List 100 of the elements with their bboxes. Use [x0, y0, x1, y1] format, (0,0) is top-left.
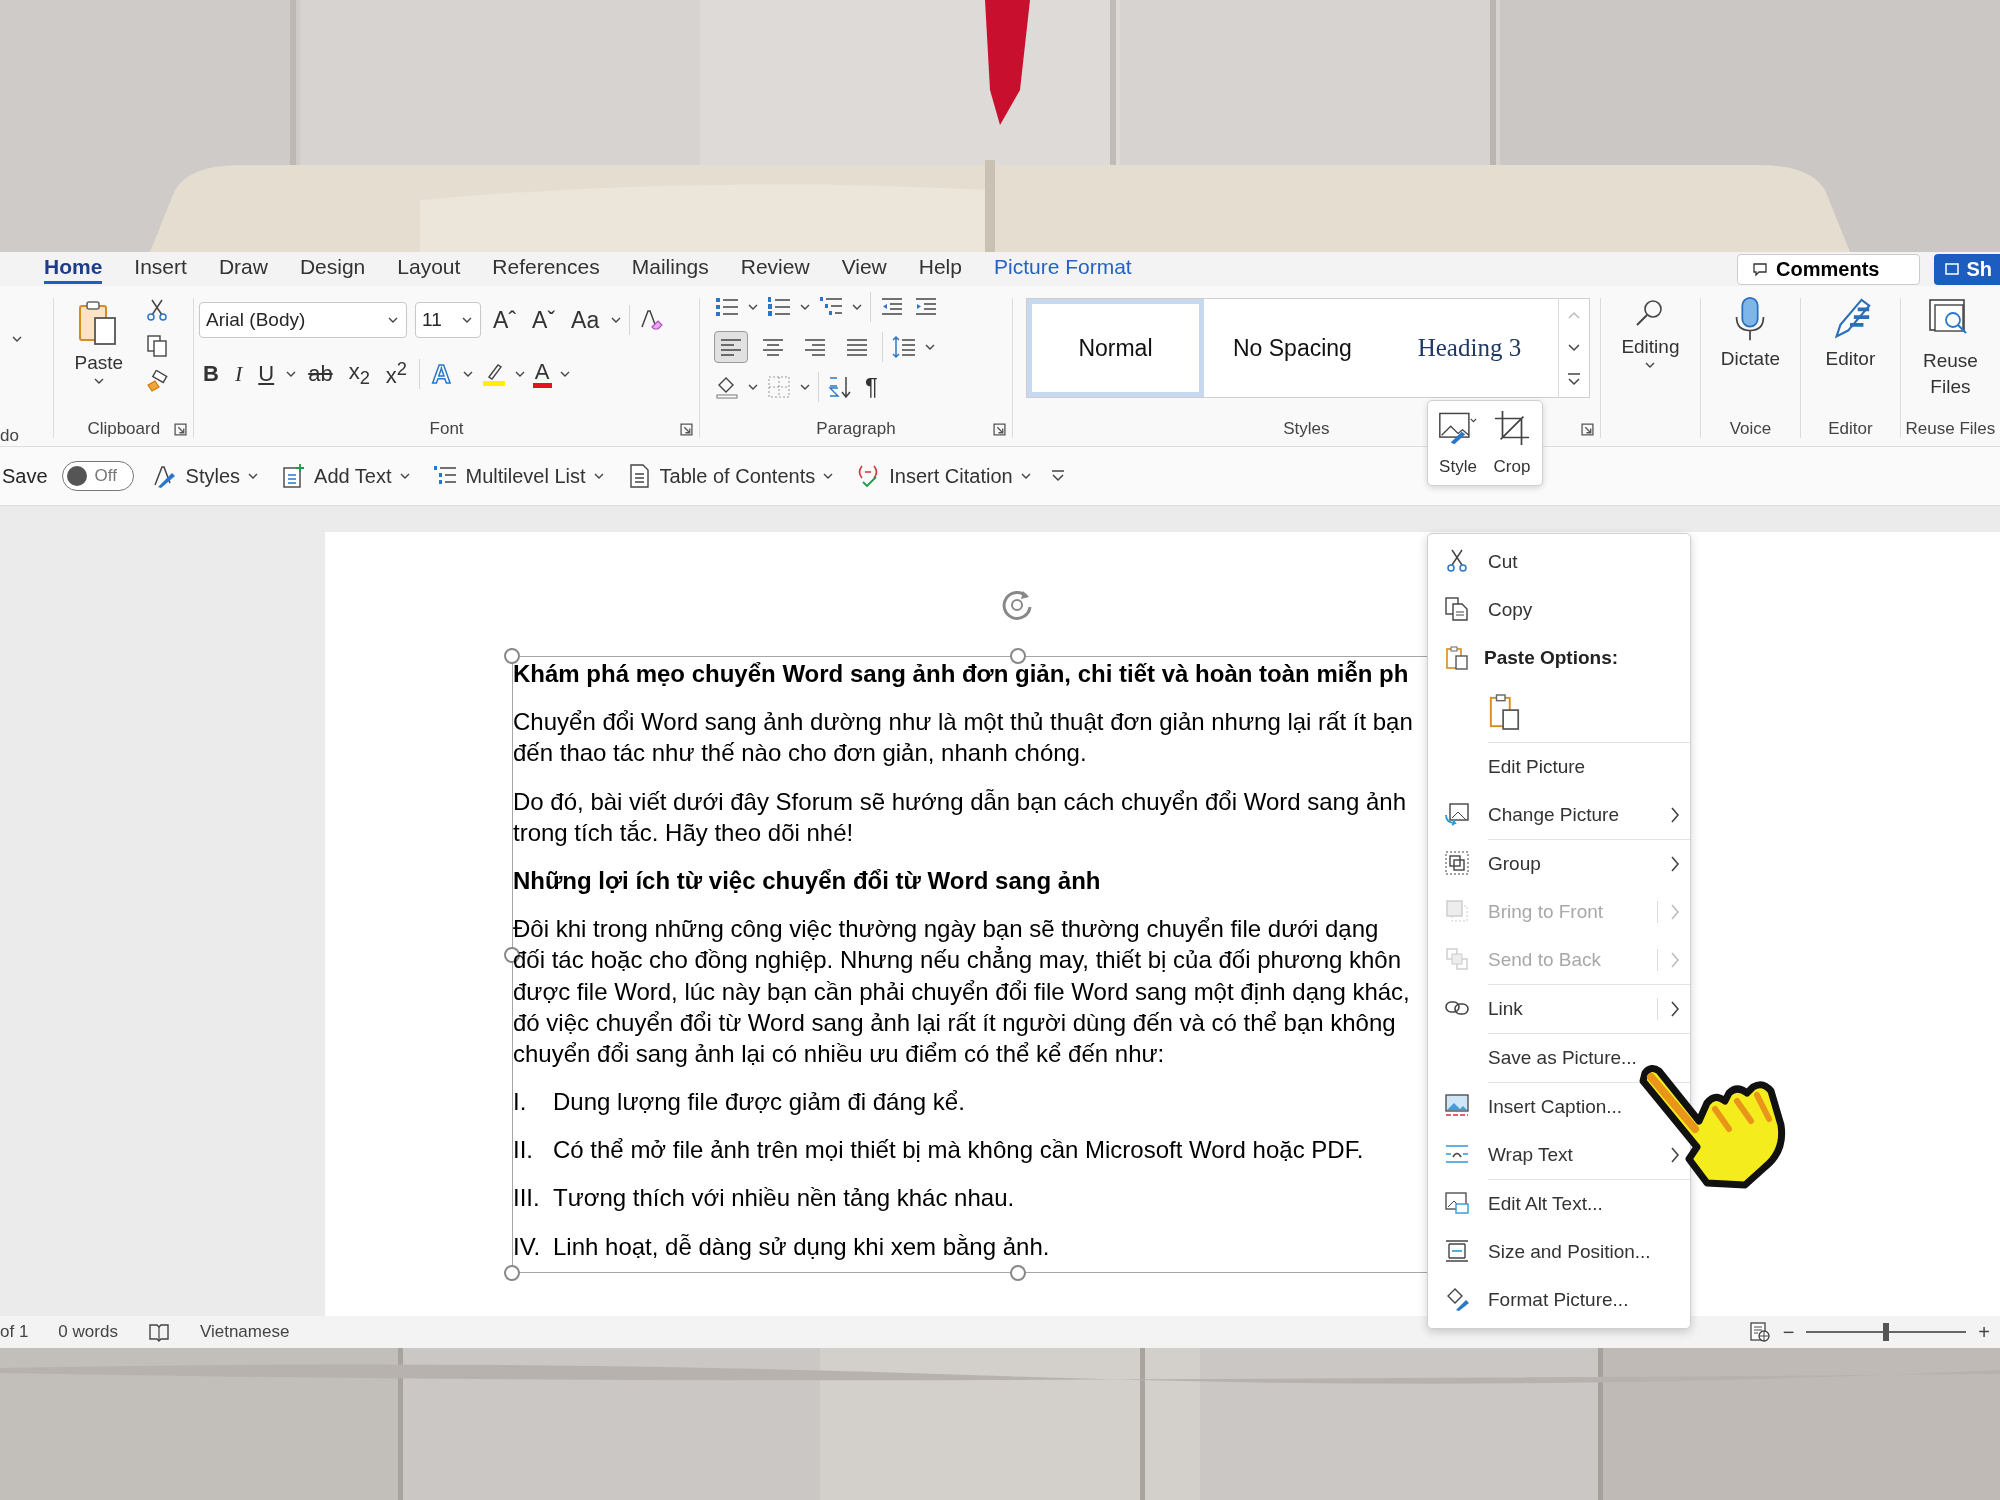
context-menu-item[interactable]: Change Picture: [1428, 791, 1690, 839]
align-button[interactable]: [714, 331, 749, 363]
caret-icon[interactable]: [748, 304, 759, 310]
dialog-launcher-icon[interactable]: [174, 423, 188, 436]
caret-icon[interactable]: [748, 384, 759, 390]
context-menu-item[interactable]: Format Picture...: [1428, 1276, 1633, 1324]
bold-button[interactable]: B: [199, 361, 223, 387]
scissors-icon: [1444, 548, 1470, 574]
ribbon-tab[interactable]: Review: [740, 254, 810, 284]
show-formatting-button[interactable]: ¶: [861, 373, 882, 401]
subscript-button[interactable]: x$_{2}$: [344, 358, 374, 390]
context-menu-item[interactable]: Size and Position...: [1428, 1228, 1655, 1276]
ribbon-tab[interactable]: Help: [918, 254, 962, 284]
ribbon-tab[interactable]: View: [841, 254, 887, 284]
copy-icon[interactable]: [145, 334, 170, 358]
eraser-icon[interactable]: [638, 307, 665, 333]
comments-button[interactable]: Comments: [1737, 253, 1921, 285]
style-option[interactable]: No Spacing: [1203, 299, 1381, 397]
paintbrush-icon[interactable]: [145, 370, 170, 394]
context-menu-item[interactable]: Edit Alt Text...: [1428, 1180, 1607, 1228]
dialog-launcher-icon[interactable]: [1580, 423, 1594, 436]
autosave-toggle[interactable]: Off: [61, 461, 134, 491]
caret-icon[interactable]: [462, 371, 473, 377]
shrink-font-button[interactable]: Aˇ: [528, 306, 560, 334]
underline-button[interactable]: U: [254, 361, 279, 387]
editing-button[interactable]: Editing: [1615, 292, 1686, 372]
share-button[interactable]: Sh: [1934, 253, 2000, 285]
line-spacing-icon[interactable]: [891, 334, 918, 360]
italic-button[interactable]: I: [230, 361, 247, 387]
strikethrough-button[interactable]: ab: [304, 361, 337, 387]
ribbon-tab[interactable]: Picture Format: [993, 254, 1132, 284]
caret-icon[interactable]: [286, 371, 297, 377]
caret-icon[interactable]: [800, 304, 811, 310]
add-text-button[interactable]: Add Text: [276, 463, 414, 489]
caret-icon[interactable]: [852, 304, 863, 310]
cut-icon[interactable]: [145, 298, 170, 322]
font-family-dropdown[interactable]: Arial (Body): [199, 302, 408, 338]
change-case-button[interactable]: Aa: [567, 306, 604, 334]
paste-option-icon[interactable]: [1488, 692, 1522, 732]
context-menu-item[interactable]: Insert Caption...: [1428, 1083, 1627, 1131]
word-count[interactable]: 0 words: [58, 1322, 118, 1342]
zoom-out-button[interactable]: −: [1782, 1320, 1795, 1344]
styles-button[interactable]: Styles: [147, 463, 263, 489]
caret-icon[interactable]: [925, 344, 936, 350]
dialog-launcher-icon[interactable]: [680, 423, 694, 436]
ribbon-tab[interactable]: Home: [44, 254, 103, 284]
table-of-contents-button[interactable]: Table of Contents: [621, 463, 838, 489]
context-menu-item[interactable]: Group: [1428, 840, 1690, 888]
copy-icon: [1444, 596, 1470, 622]
insert-citation-button[interactable]: Insert Citation: [851, 463, 1035, 489]
caret-icon: [462, 317, 473, 323]
caret-icon: [388, 317, 399, 323]
reuse-files-button[interactable]: Reuse Files: [1914, 292, 1987, 404]
resize-handle[interactable]: [504, 1265, 520, 1281]
book-icon[interactable]: [147, 1321, 170, 1343]
ribbon-tab[interactable]: Mailings: [631, 254, 709, 284]
resize-handle[interactable]: [1010, 1265, 1026, 1281]
document-paragraph: Chuyển đổi Word sang ảnh dường như là một thủ thuật đơn giản nhưng lại rất ít bạn đến thao tác như thế nào cho đơn giản, nhanh chóng.: [513, 707, 1413, 769]
font-color-button[interactable]: A: [532, 360, 552, 388]
caret-icon: [823, 473, 834, 479]
context-menu-item[interactable]: Save as Picture...: [1428, 1034, 1641, 1082]
style-option[interactable]: Normal: [1026, 299, 1204, 397]
zoom-in-button[interactable]: +: [1978, 1320, 1990, 1344]
ribbon-tab[interactable]: References: [492, 254, 600, 284]
editor-button[interactable]: Editor: [1819, 292, 1882, 374]
context-menu-item[interactable]: Wrap Text: [1428, 1131, 1690, 1179]
highlighter-icon[interactable]: [480, 361, 507, 387]
group-label: Paragraph: [816, 419, 896, 439]
multilevel-list-button[interactable]: Multilevel List: [427, 463, 608, 489]
caret-icon[interactable]: [800, 384, 811, 390]
web-layout-icon[interactable]: [1748, 1321, 1771, 1343]
language-label[interactable]: Vietnamese: [199, 1322, 290, 1342]
paste-button[interactable]: Paste: [68, 296, 130, 388]
caret-icon[interactable]: [559, 371, 570, 377]
caret-icon[interactable]: [12, 336, 22, 342]
caret-icon[interactable]: [514, 371, 525, 377]
style-option[interactable]: Heading 3: [1380, 299, 1558, 397]
ribbon-tab[interactable]: Insert: [134, 254, 187, 284]
context-menu-item[interactable]: Copy: [1428, 586, 1537, 634]
resize-handle[interactable]: [1010, 648, 1026, 664]
crop-button[interactable]: Crop: [1486, 407, 1538, 479]
font-size-dropdown[interactable]: 11: [415, 302, 482, 338]
context-menu-item[interactable]: Link: [1428, 985, 1690, 1033]
dictate-button[interactable]: Dictate: [1714, 292, 1786, 374]
context-menu-item[interactable]: Cut: [1428, 538, 1522, 586]
list-item-text: Dung lượng file được giảm đi đáng kể.: [553, 1087, 965, 1118]
resize-handle[interactable]: [504, 648, 520, 664]
ribbon-tab[interactable]: Draw: [218, 254, 268, 284]
ribbon-tab[interactable]: Design: [299, 254, 366, 284]
context-menu-item[interactable]: Edit Picture: [1428, 743, 1590, 791]
superscript-button[interactable]: x$^{2}$: [381, 358, 412, 390]
zoom-slider-thumb[interactable]: [1883, 1323, 1890, 1341]
size-position-icon: [1444, 1238, 1470, 1264]
dialog-launcher-icon[interactable]: [992, 423, 1006, 436]
grow-font-button[interactable]: Aˆ: [489, 306, 521, 334]
caret-icon[interactable]: [611, 317, 622, 323]
ribbon-tab[interactable]: Layout: [397, 254, 461, 284]
sort-icon[interactable]: [827, 374, 854, 400]
group-label: Styles: [1283, 419, 1330, 439]
picture-style-button[interactable]: Style: [1432, 407, 1484, 479]
